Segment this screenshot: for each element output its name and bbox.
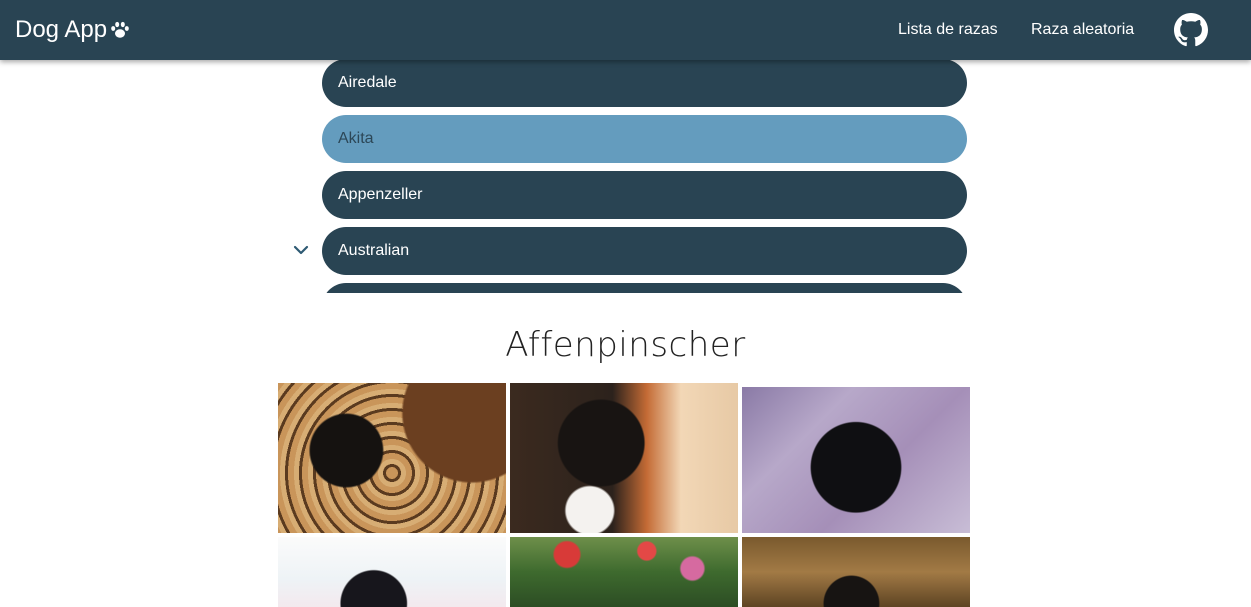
breed-item-appenzeller[interactable]: Appenzeller — [322, 171, 967, 219]
breed-item-australian[interactable]: Australian — [322, 227, 967, 275]
breed-photo[interactable] — [742, 537, 970, 607]
breed-photo[interactable] — [510, 383, 738, 533]
breed-item-akita[interactable]: Akita — [322, 115, 967, 163]
breed-photo[interactable] — [278, 537, 506, 607]
chevron-down-icon[interactable] — [293, 244, 309, 256]
breed-item-airedale[interactable]: Airedale — [322, 59, 967, 107]
breed-title: Affenpinscher — [505, 325, 746, 365]
navbar: Dog App Lista de razas Raza aleatoria — [0, 0, 1251, 60]
breed-photo[interactable] — [510, 537, 738, 607]
github-icon[interactable] — [1174, 13, 1208, 47]
brand-link[interactable]: Dog App — [15, 14, 130, 46]
breed-photo[interactable] — [278, 383, 506, 533]
breed-list: Airedale Akita Appenzeller Australian — [322, 59, 968, 293]
nav-breed-list[interactable]: Lista de razas — [898, 19, 998, 41]
breed-item-next[interactable] — [322, 283, 967, 293]
app-title: Dog App — [15, 16, 108, 43]
nav-random-breed[interactable]: Raza aleatoria — [1031, 19, 1134, 41]
breed-photo[interactable] — [742, 387, 970, 533]
paw-icon — [111, 21, 129, 38]
